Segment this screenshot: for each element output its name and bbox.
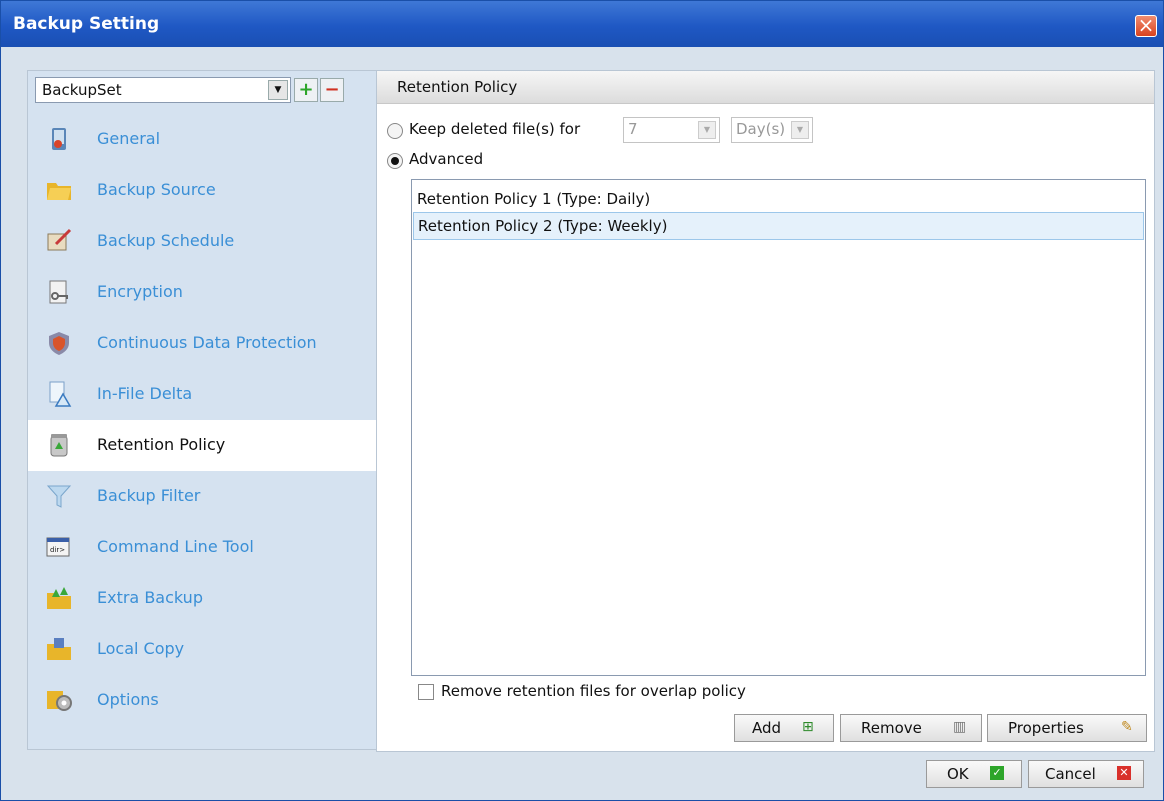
keep-days-input[interactable]: 7 ▼ xyxy=(623,117,720,143)
recycle-icon xyxy=(50,434,68,457)
sidebar-item-label: Options xyxy=(97,690,159,709)
properties-button[interactable]: Properties ✎ xyxy=(987,714,1147,742)
trash-icon: ▥ xyxy=(953,719,967,735)
chevron-down-icon[interactable]: ▼ xyxy=(268,80,288,100)
extra-backup-icon xyxy=(47,587,71,609)
sidebar-item-label: Backup Source xyxy=(97,180,216,199)
add-button[interactable]: Add ⊞ xyxy=(734,714,834,742)
terminal-icon: dir> xyxy=(46,537,70,557)
panel-header: Retention Policy xyxy=(377,71,1154,104)
list-item[interactable]: Retention Policy 2 (Type: Weekly) xyxy=(413,212,1144,240)
folder-icon xyxy=(47,183,71,200)
sidebar-item-label: Command Line Tool xyxy=(97,537,254,556)
backup-set-value: BackupSet xyxy=(42,81,122,99)
overlap-checkbox[interactable] xyxy=(418,684,434,700)
sidebar-item-backup-source[interactable]: Backup Source xyxy=(28,165,376,216)
chevron-down-icon[interactable]: ▼ xyxy=(698,121,716,139)
backup-setting-window: Backup Setting × BackupSet ▼ + − General… xyxy=(0,0,1164,801)
keep-unit-select[interactable]: Day(s) ▼ xyxy=(731,117,813,143)
policy-label: Retention Policy 2 (Type: Weekly) xyxy=(418,217,668,235)
chevron-down-icon[interactable]: ▼ xyxy=(791,121,809,139)
overlap-label: Remove retention files for overlap polic… xyxy=(441,682,746,700)
key-icon xyxy=(49,280,68,304)
add-button-label: Add xyxy=(752,719,782,737)
settings-sidebar: BackupSet ▼ + − General Backup Source Ba… xyxy=(27,70,377,750)
sidebar-item-label: In-File Delta xyxy=(97,384,193,403)
edit-icon: ✎ xyxy=(1121,719,1133,735)
sidebar-item-label: General xyxy=(97,129,161,148)
panel-title: Retention Policy xyxy=(397,78,518,96)
schedule-icon xyxy=(47,228,72,251)
advanced-label: Advanced xyxy=(409,150,484,168)
delta-icon xyxy=(49,381,72,407)
keep-days-value: 7 xyxy=(628,120,638,138)
sidebar-item-label: Backup Filter xyxy=(97,486,201,505)
ok-button-label: OK xyxy=(947,765,969,783)
sidebar-item-command-line-tool[interactable]: dir> Command Line Tool xyxy=(28,522,376,573)
sidebar-item-options[interactable]: Options xyxy=(28,675,376,726)
options-icon xyxy=(47,691,72,711)
cancel-button[interactable]: Cancel ✕ xyxy=(1028,760,1144,788)
cancel-button-label: Cancel xyxy=(1045,765,1096,783)
sidebar-item-general[interactable]: General xyxy=(28,114,376,165)
remove-button-label: Remove xyxy=(861,719,922,737)
sidebar-item-extra-backup[interactable]: Extra Backup xyxy=(28,573,376,624)
keep-deleted-radio[interactable] xyxy=(387,123,403,139)
sidebar-item-backup-schedule[interactable]: Backup Schedule xyxy=(28,216,376,267)
sidebar-item-label: Backup Schedule xyxy=(97,231,235,250)
sidebar-item-label: Continuous Data Protection xyxy=(97,333,317,352)
sidebar-item-label: Extra Backup xyxy=(97,588,203,607)
shield-icon xyxy=(49,332,69,355)
sidebar-item-local-copy[interactable]: Local Copy xyxy=(28,624,376,675)
close-icon: × xyxy=(1137,13,1155,37)
x-icon: ✕ xyxy=(1117,766,1131,780)
window-title: Backup Setting xyxy=(13,14,160,34)
sidebar-item-in-file-delta[interactable]: In-File Delta xyxy=(28,369,376,420)
list-item[interactable]: Retention Policy 1 (Type: Daily) xyxy=(413,186,1142,212)
sidebar-item-label: Retention Policy xyxy=(97,435,226,454)
sidebar-item-backup-filter[interactable]: Backup Filter xyxy=(28,471,376,522)
funnel-icon xyxy=(46,485,72,508)
sidebar-item-label: Encryption xyxy=(97,282,183,301)
close-button[interactable]: × xyxy=(1135,13,1157,37)
add-icon: ⊞ xyxy=(802,719,814,735)
sidebar-item-retention-policy[interactable]: Retention Policy xyxy=(28,420,377,471)
backup-set-select[interactable]: BackupSet ▼ xyxy=(35,77,291,103)
add-backup-set-button[interactable]: + xyxy=(294,78,318,102)
general-icon xyxy=(52,128,66,150)
remove-backup-set-button[interactable]: − xyxy=(320,78,344,102)
ok-button[interactable]: OK ✓ xyxy=(926,760,1022,788)
sidebar-item-label: Local Copy xyxy=(97,639,185,658)
check-icon: ✓ xyxy=(990,766,1004,780)
remove-button[interactable]: Remove ▥ xyxy=(840,714,982,742)
advanced-radio[interactable] xyxy=(387,153,403,169)
sidebar-item-encryption[interactable]: Encryption xyxy=(28,267,376,318)
title-bar: Backup Setting × xyxy=(1,1,1163,47)
properties-button-label: Properties xyxy=(1008,719,1084,737)
local-copy-icon xyxy=(47,638,71,660)
keep-unit-value: Day(s) xyxy=(736,120,786,138)
policy-label: Retention Policy 1 (Type: Daily) xyxy=(417,190,651,208)
retention-policy-panel: Retention Policy Keep deleted file(s) fo… xyxy=(376,70,1155,752)
keep-deleted-label: Keep deleted file(s) for xyxy=(409,120,581,138)
policy-list[interactable]: Retention Policy 1 (Type: Daily) Retenti… xyxy=(411,179,1146,676)
svg-text:dir>: dir> xyxy=(50,546,65,554)
sidebar-item-continuous-data-protection[interactable]: Continuous Data Protection xyxy=(28,318,376,369)
